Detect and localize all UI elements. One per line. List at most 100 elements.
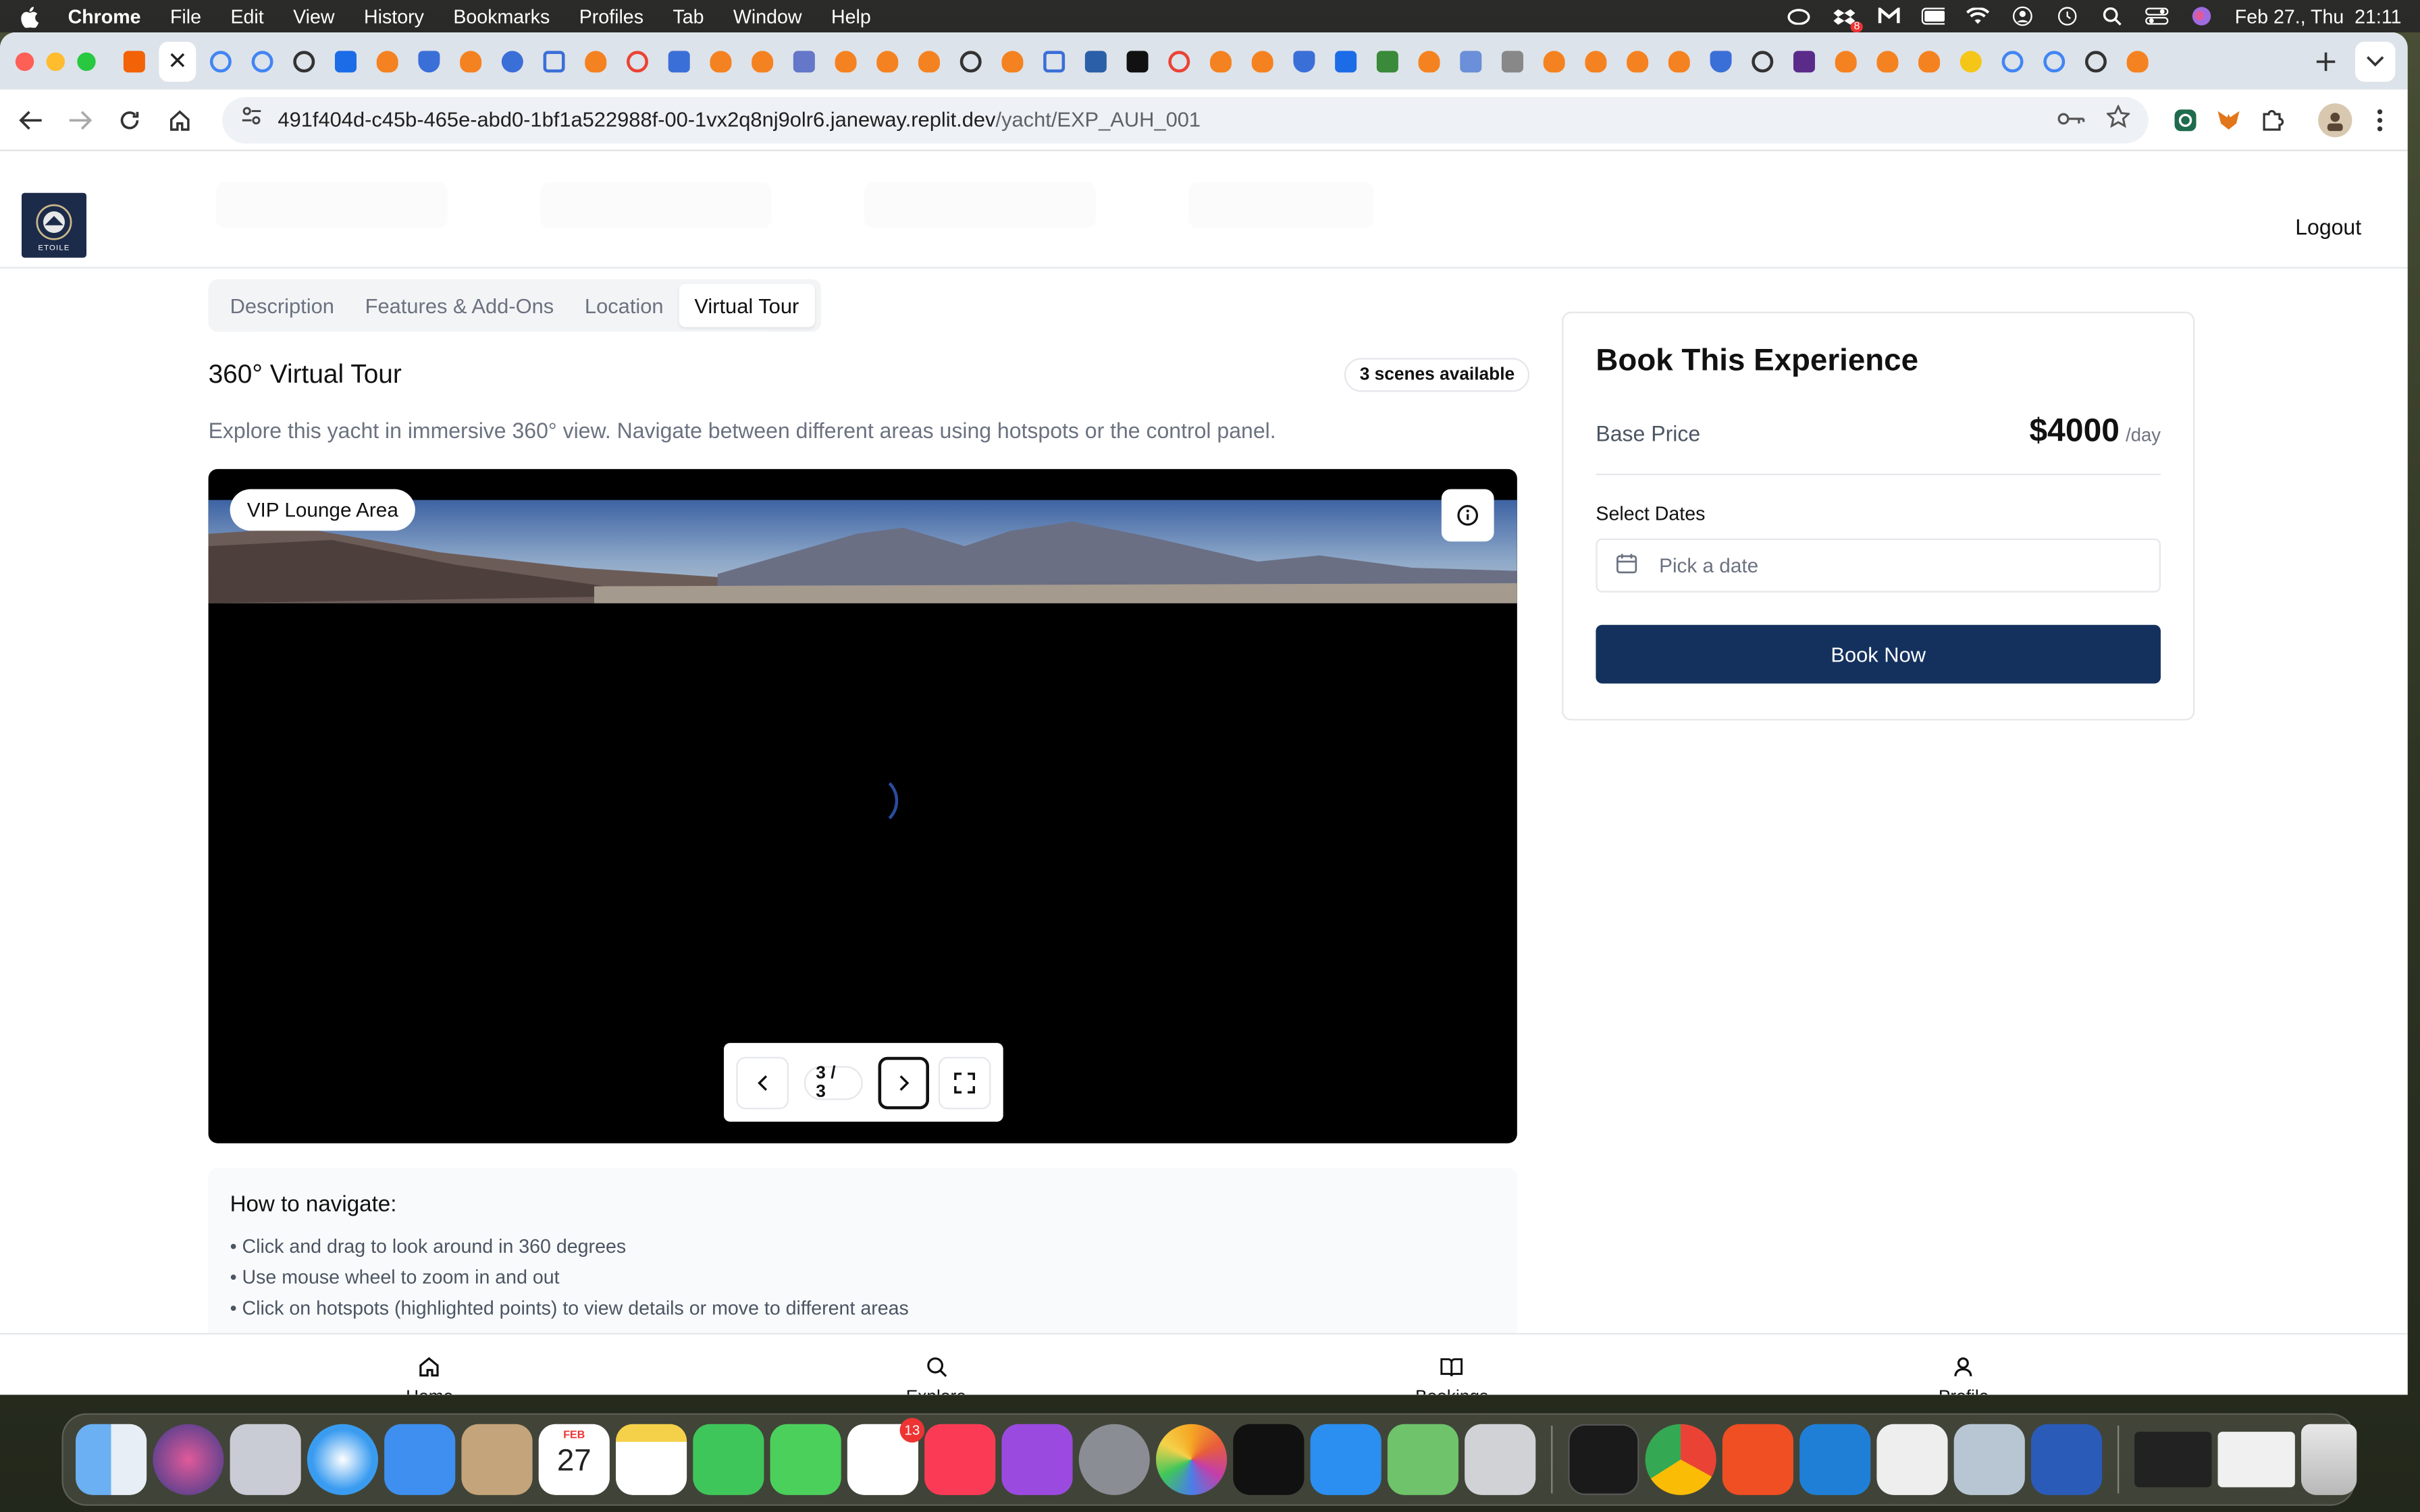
- menu-app-name[interactable]: Chrome: [68, 5, 141, 27]
- contacts-dock-icon[interactable]: [461, 1424, 533, 1495]
- reload-button[interactable]: [111, 101, 149, 138]
- iphone-mirroring-dock-icon[interactable]: [1465, 1424, 1536, 1495]
- panorama-viewer[interactable]: VIP Lounge Area 3 / 3: [208, 468, 1517, 1143]
- browser-tab[interactable]: [1496, 41, 1529, 81]
- browser-tab[interactable]: [1829, 41, 1863, 81]
- podcasts-dock-icon[interactable]: [1001, 1424, 1073, 1495]
- siri-icon[interactable]: [2190, 7, 2213, 26]
- fullscreen-button[interactable]: [939, 1056, 991, 1109]
- launchpad-dock-icon[interactable]: [230, 1424, 301, 1495]
- address-bar[interactable]: 491f404d-c45b-465e-abd0-1bf1a522988f-00-…: [222, 96, 2149, 143]
- maps-dock-icon[interactable]: [1387, 1424, 1458, 1495]
- browser-tab[interactable]: [2079, 41, 2113, 81]
- browser-tab[interactable]: [454, 41, 488, 81]
- browser-tab[interactable]: [496, 41, 529, 81]
- chrome-menu-icon[interactable]: [2365, 104, 2396, 135]
- browser-tab[interactable]: [745, 41, 779, 81]
- system-settings-dock-icon[interactable]: [1078, 1424, 1150, 1495]
- browser-tab[interactable]: [1787, 41, 1821, 81]
- control-center-icon[interactable]: [2145, 7, 2169, 25]
- browser-tab[interactable]: [828, 41, 862, 81]
- word-dock-icon[interactable]: [2030, 1424, 2103, 1495]
- safari-dock-icon[interactable]: [307, 1424, 378, 1495]
- finder-dock-icon[interactable]: [75, 1424, 147, 1495]
- tab-search-button[interactable]: [2355, 40, 2396, 81]
- menu-history[interactable]: History: [364, 5, 424, 27]
- app-store-dock-icon[interactable]: [1310, 1424, 1382, 1495]
- next-scene-button[interactable]: [877, 1056, 930, 1109]
- menu-window[interactable]: Window: [733, 5, 802, 27]
- tab-virtual-tour[interactable]: Virtual Tour: [679, 284, 815, 327]
- browser-tab[interactable]: [995, 41, 1029, 81]
- brave-dock-icon[interactable]: [1722, 1424, 1793, 1495]
- calendar-dock-icon[interactable]: FEB 27: [538, 1424, 610, 1495]
- logout-link[interactable]: Logout: [2295, 215, 2361, 240]
- browser-tab[interactable]: [621, 41, 654, 81]
- browser-tab[interactable]: [662, 41, 696, 81]
- browser-tab[interactable]: [1329, 41, 1363, 81]
- scene-info-button[interactable]: [1441, 489, 1494, 542]
- url-text[interactable]: 491f404d-c45b-465e-abd0-1bf1a522988f-00-…: [278, 108, 1201, 131]
- nav-explore[interactable]: Explore: [906, 1356, 966, 1395]
- textedit-dock-icon[interactable]: [1876, 1424, 1948, 1495]
- browser-tab[interactable]: [1662, 41, 1696, 81]
- browser-tab[interactable]: [412, 41, 446, 81]
- browser-tab[interactable]: [1204, 41, 1238, 81]
- browser-tab[interactable]: [204, 41, 238, 81]
- browser-tab[interactable]: [1079, 41, 1113, 81]
- apple-menu-icon[interactable]: [18, 5, 40, 27]
- preview-dock-icon[interactable]: [1953, 1424, 2025, 1495]
- wifi-icon[interactable]: [1966, 7, 1990, 25]
- extension-icon[interactable]: [2170, 104, 2201, 135]
- browser-tab[interactable]: [1412, 41, 1446, 81]
- etoile-logo[interactable]: ETOILE: [21, 192, 86, 258]
- gmail-icon[interactable]: [1877, 7, 1900, 25]
- terminal-dock-icon[interactable]: [1568, 1424, 1639, 1495]
- facetime-dock-icon[interactable]: [693, 1424, 764, 1495]
- browser-tab[interactable]: [117, 41, 151, 81]
- nav-profile[interactable]: Profile: [1939, 1356, 1989, 1395]
- menu-help[interactable]: Help: [831, 5, 871, 27]
- previous-scene-button[interactable]: [736, 1056, 789, 1109]
- menu-bookmarks[interactable]: Bookmarks: [453, 5, 550, 27]
- menu-view[interactable]: View: [293, 5, 334, 27]
- dropbox-icon[interactable]: 8: [1832, 7, 1863, 32]
- tab-features-addons[interactable]: Features & Add-Ons: [350, 284, 569, 327]
- minimized-window-dock-icon[interactable]: [2217, 1432, 2295, 1488]
- password-key-icon[interactable]: [2057, 106, 2085, 134]
- music-dock-icon[interactable]: [924, 1424, 996, 1495]
- browser-tab[interactable]: [704, 41, 737, 81]
- siri-dock-icon[interactable]: [153, 1424, 224, 1495]
- nav-bookings[interactable]: Bookings: [1415, 1356, 1488, 1395]
- tab-location[interactable]: Location: [569, 284, 679, 327]
- profile-avatar[interactable]: [2318, 102, 2352, 137]
- browser-tab[interactable]: [287, 41, 321, 81]
- date-picker-input[interactable]: Pick a date: [1596, 538, 2161, 593]
- browser-tab[interactable]: [1246, 41, 1280, 81]
- browser-tab[interactable]: [1037, 41, 1071, 81]
- browser-tab[interactable]: [912, 41, 946, 81]
- close-window-button[interactable]: [15, 51, 34, 70]
- browser-tab[interactable]: [1162, 41, 1196, 81]
- apple-tv-dock-icon[interactable]: [1233, 1424, 1305, 1495]
- browser-tab[interactable]: [787, 41, 821, 81]
- chrome-dock-icon[interactable]: [1645, 1424, 1716, 1495]
- browser-tab[interactable]: [1995, 41, 2029, 81]
- site-info-icon[interactable]: [241, 105, 263, 134]
- trash-dock-icon[interactable]: [2300, 1424, 2357, 1495]
- user-account-icon[interactable]: [2011, 6, 2034, 26]
- menu-edit[interactable]: Edit: [230, 5, 263, 27]
- creative-cloud-icon[interactable]: [1787, 7, 1810, 25]
- browser-tab[interactable]: [1745, 41, 1779, 81]
- browser-tab[interactable]: [2121, 41, 2155, 81]
- browser-tab[interactable]: [245, 41, 279, 81]
- metamask-extension-icon[interactable]: [2213, 104, 2244, 135]
- browser-tab[interactable]: [329, 41, 363, 81]
- menu-file[interactable]: File: [170, 5, 201, 27]
- browser-tab[interactable]: [1579, 41, 1612, 81]
- menubar-clock[interactable]: Feb 27., Thu 21:11: [2235, 5, 2402, 27]
- bookmark-star-icon[interactable]: [2105, 103, 2131, 135]
- back-button[interactable]: [12, 101, 49, 138]
- messages-dock-icon[interactable]: [770, 1424, 841, 1495]
- nav-home[interactable]: Home: [406, 1356, 453, 1395]
